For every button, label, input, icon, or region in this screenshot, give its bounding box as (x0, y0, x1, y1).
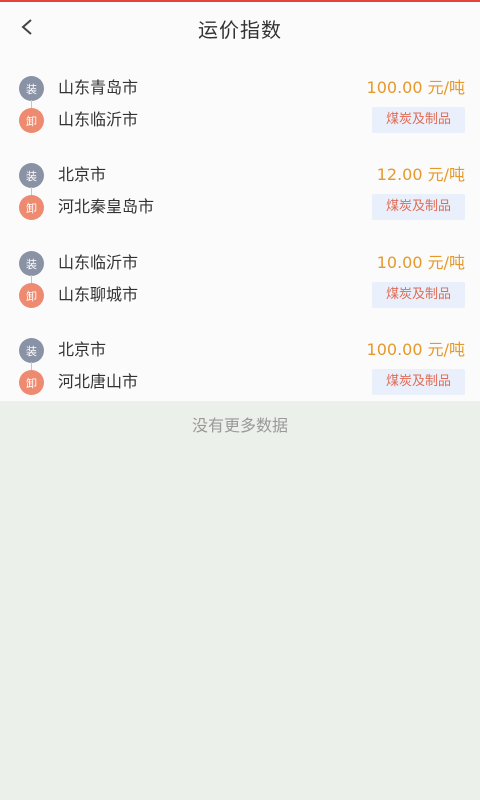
load-badge: 装 (19, 76, 44, 101)
nav-header: 运价指数 (0, 2, 480, 52)
freight-price: 10.00 元/吨 (376, 253, 465, 272)
cargo-type-tag: 煤炭及制品 (371, 107, 465, 133)
page-title: 运价指数 (198, 18, 282, 42)
cargo-type-tag: 煤炭及制品 (371, 369, 465, 395)
unload-badge: 卸 (19, 195, 44, 220)
freight-price: 100.00 元/吨 (366, 340, 465, 359)
origin-city: 山东临沂市 (58, 253, 139, 272)
list-item[interactable]: 装 卸 山东临沂市 山东聊城市 10.00 元/吨 煤炭及制品 (0, 237, 480, 309)
list-item[interactable]: 装 卸 北京市 河北秦皇岛市 12.00 元/吨 煤炭及制品 (0, 149, 480, 221)
origin-city: 北京市 (58, 340, 107, 359)
no-more-data-text: 没有更多数据 (191, 416, 288, 435)
load-badge: 装 (19, 338, 44, 363)
load-badge: 装 (19, 251, 44, 276)
unload-badge: 卸 (19, 108, 44, 133)
freight-price: 100.00 元/吨 (366, 78, 465, 97)
destination-city: 河北秦皇岛市 (58, 197, 155, 216)
freight-index-list: 装 卸 山东青岛市 山东临沂市 100.00 元/吨 煤炭及制品 装 卸 北京市… (0, 52, 480, 401)
destination-city: 山东临沂市 (58, 110, 139, 129)
cargo-type-tag: 煤炭及制品 (371, 194, 465, 220)
list-item[interactable]: 装 卸 北京市 河北唐山市 100.00 元/吨 煤炭及制品 (0, 324, 480, 396)
origin-city: 山东青岛市 (58, 78, 139, 97)
origin-city: 北京市 (58, 165, 107, 184)
destination-city: 河北唐山市 (58, 372, 139, 391)
list-item[interactable]: 装 卸 山东青岛市 山东临沂市 100.00 元/吨 煤炭及制品 (0, 62, 480, 134)
load-badge: 装 (19, 163, 44, 188)
destination-city: 山东聊城市 (58, 285, 139, 304)
cargo-type-tag: 煤炭及制品 (371, 282, 465, 308)
unload-badge: 卸 (19, 370, 44, 395)
freight-price: 12.00 元/吨 (376, 165, 465, 184)
unload-badge: 卸 (19, 283, 44, 308)
